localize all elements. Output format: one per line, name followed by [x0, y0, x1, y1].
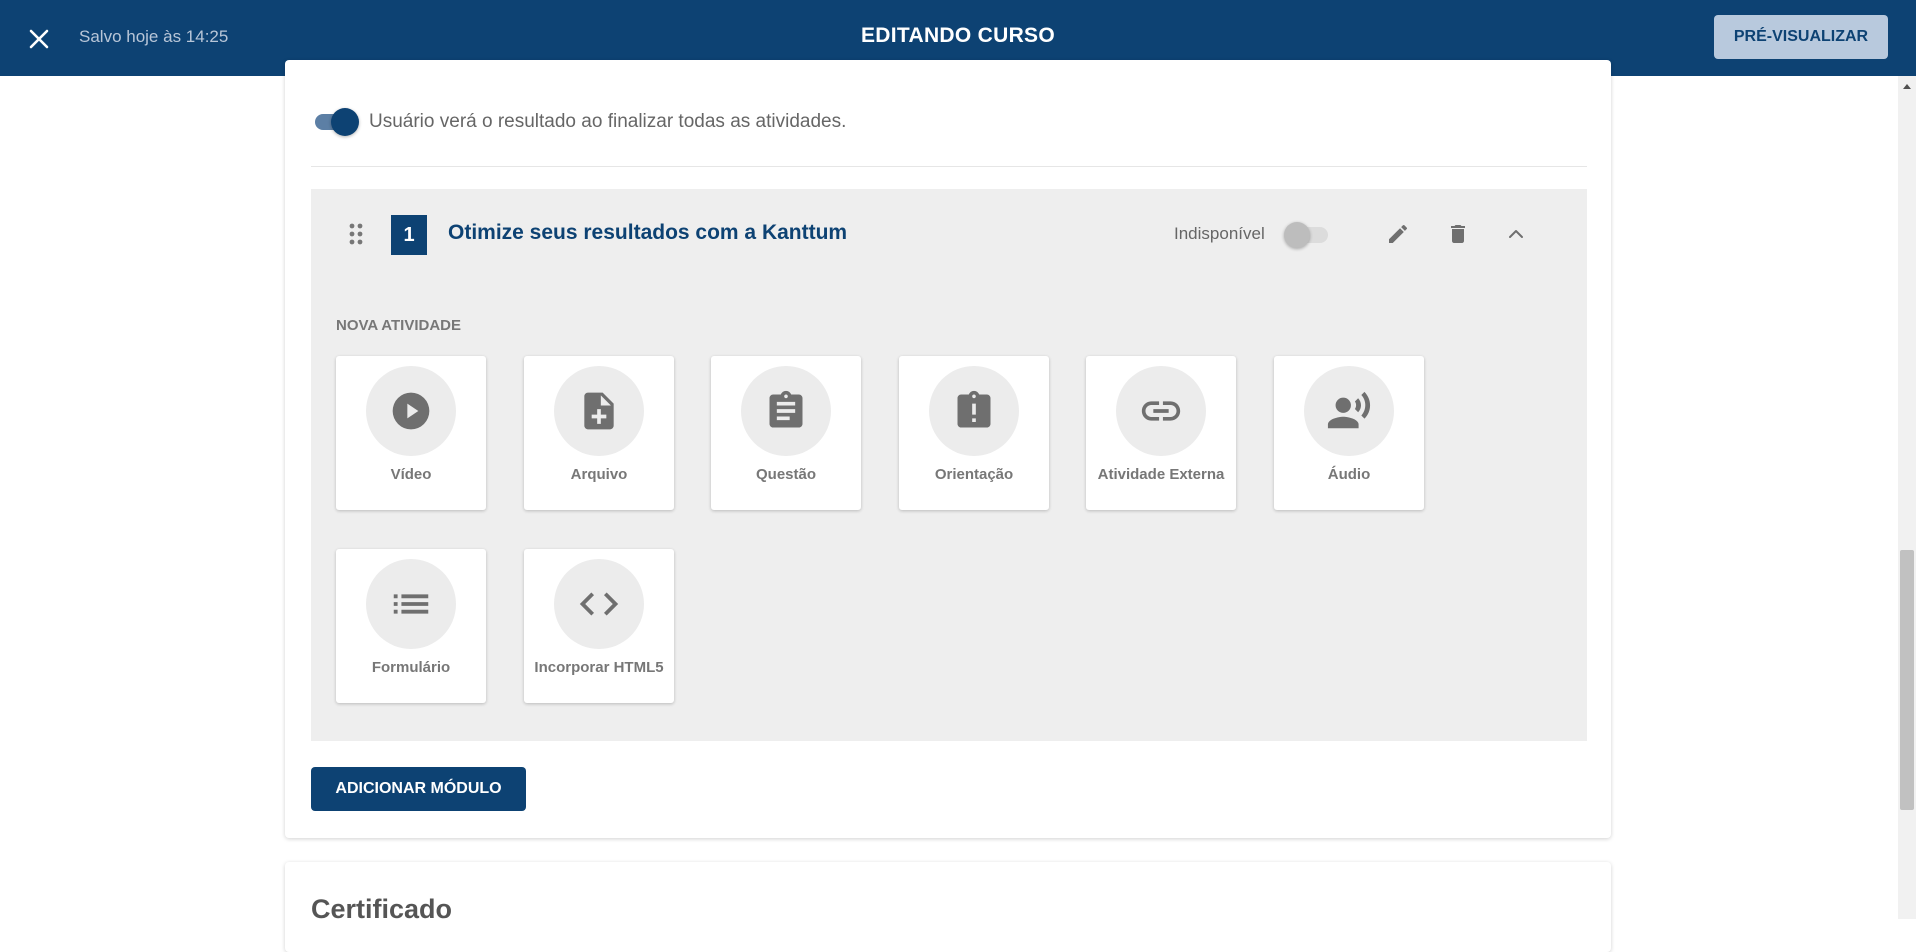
availability-toggle[interactable]: [1284, 222, 1332, 248]
scroll-up-arrow-icon[interactable]: [1903, 84, 1911, 89]
activity-tile-label: Questão: [755, 466, 816, 483]
pencil-icon: [1389, 224, 1408, 243]
activity-tile-label: Vídeo: [390, 466, 432, 483]
module-number: 1: [391, 215, 427, 255]
activity-tile-label: Incorporar HTML5: [534, 659, 664, 676]
collapse-module-button[interactable]: [1501, 219, 1531, 249]
activity-tile-guidance[interactable]: Orientação: [899, 356, 1049, 510]
trash-icon: [1451, 225, 1465, 243]
close-icon: [29, 29, 49, 49]
new-activity-heading: NOVA ATIVIDADE: [336, 317, 462, 334]
chevron-up-icon: [1509, 230, 1523, 238]
page-title: EDITANDO CURSO: [861, 24, 1055, 47]
drag-handle-icon[interactable]: [349, 223, 363, 245]
divider: [311, 166, 1587, 167]
file-add-icon: [584, 392, 614, 430]
code-icon: [579, 592, 619, 616]
delete-module-button[interactable]: [1443, 219, 1473, 249]
page-scrollbar[interactable]: [1898, 76, 1916, 919]
list-icon: [393, 594, 429, 614]
module-title: Otimize seus resultados com a Kanttum: [448, 221, 848, 244]
certificate-card: Certificado: [285, 862, 1611, 952]
alert-clipboard-icon: [957, 390, 991, 428]
availability-label: Indisponível: [1174, 224, 1265, 243]
saved-status: Salvo hoje às 14:25: [79, 27, 229, 46]
show-result-setting: Usuário verá o resultado ao finalizar to…: [313, 104, 846, 140]
play-circle-icon: [392, 392, 430, 430]
clipboard-icon: [769, 390, 803, 428]
link-icon: [1141, 401, 1181, 421]
activity-tile-form[interactable]: Formulário: [336, 549, 486, 703]
scrollbar-thumb[interactable]: [1900, 550, 1914, 810]
certificate-title: Certificado: [311, 894, 453, 924]
show-result-label: Usuário verá o resultado ao finalizar to…: [369, 111, 847, 132]
activity-tile-label: Atividade Externa: [1097, 466, 1225, 483]
activity-tile-video[interactable]: Vídeo: [336, 356, 486, 510]
activity-tile-html5[interactable]: Incorporar HTML5: [524, 549, 674, 703]
activity-tile-label: Áudio: [1327, 466, 1371, 483]
activity-tile-question[interactable]: Questão: [711, 356, 861, 510]
edit-module-button[interactable]: [1383, 219, 1413, 249]
activity-tile-audio[interactable]: Áudio: [1274, 356, 1424, 510]
speaker-person-icon: [1327, 391, 1371, 429]
activity-tile-label: Orientação: [934, 466, 1014, 483]
activity-tile-external[interactable]: Atividade Externa: [1086, 356, 1236, 510]
activity-tile-file[interactable]: Arquivo: [524, 356, 674, 510]
show-result-toggle[interactable]: [313, 108, 359, 136]
activity-tile-label: Arquivo: [570, 466, 628, 483]
add-module-button[interactable]: ADICIONAR MÓDULO: [311, 767, 526, 811]
preview-button[interactable]: PRÉ-VISUALIZAR: [1714, 15, 1888, 59]
activity-tile-label: Formulário: [371, 659, 451, 676]
close-button[interactable]: [22, 22, 56, 56]
module-panel: 1 Otimize seus resultados com a Kanttum …: [311, 189, 1587, 741]
